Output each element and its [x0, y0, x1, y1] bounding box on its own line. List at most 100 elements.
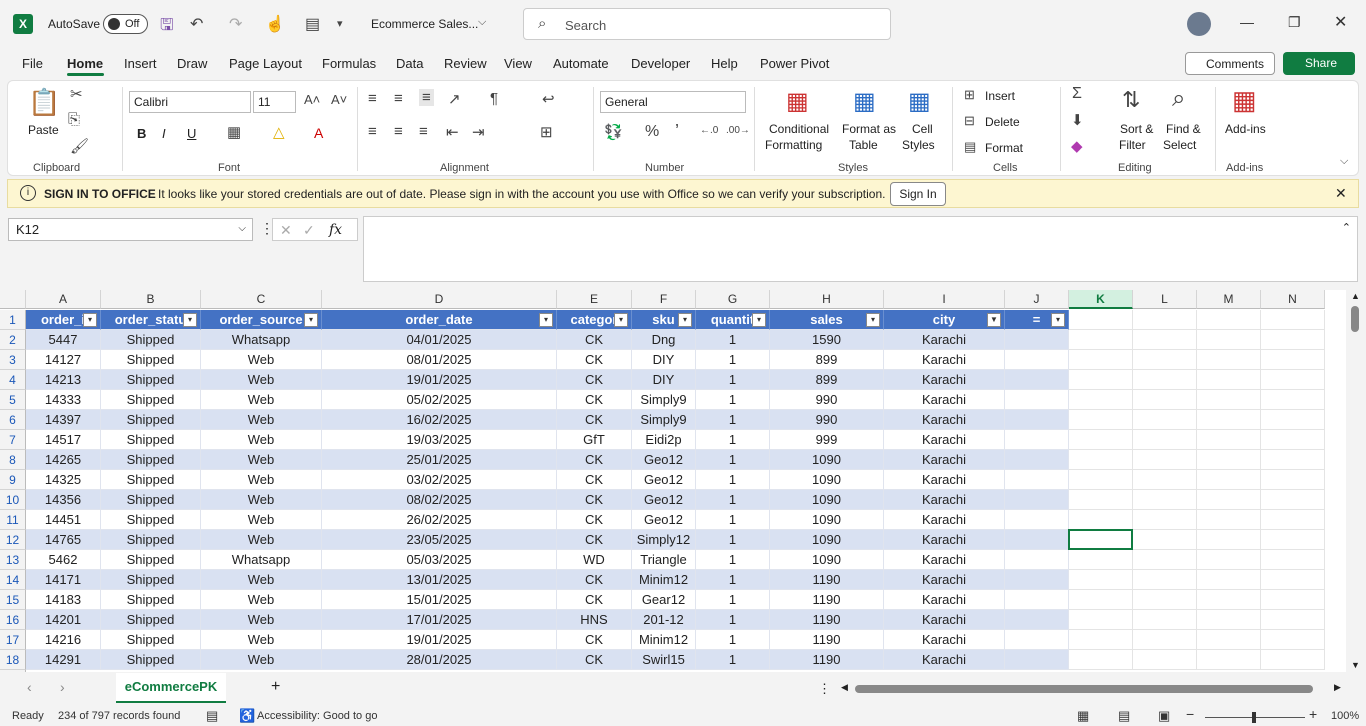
table-cell[interactable]: 14397: [26, 410, 101, 430]
cell[interactable]: [1197, 330, 1261, 350]
cell[interactable]: [1069, 470, 1133, 490]
scroll-up-icon[interactable]: ▲: [1351, 291, 1360, 301]
autosave-toggle[interactable]: Off: [103, 14, 148, 34]
table-cell[interactable]: CK: [557, 470, 632, 490]
table-cell[interactable]: [1005, 470, 1069, 490]
cell[interactable]: [1261, 590, 1325, 610]
table-header-cell[interactable]: categor ▾: [557, 310, 632, 330]
format-as-table-line1[interactable]: Format as: [842, 122, 896, 136]
cell[interactable]: [1261, 630, 1325, 650]
name-box[interactable]: K12 ⌵: [8, 218, 253, 241]
row-header[interactable]: 14: [0, 570, 26, 590]
table-cell[interactable]: [1005, 530, 1069, 550]
table-cell[interactable]: CK: [557, 350, 632, 370]
table-cell[interactable]: [1005, 510, 1069, 530]
table-cell[interactable]: 14291: [26, 650, 101, 670]
orientation-icon[interactable]: ↗: [448, 90, 461, 108]
find-select-icon[interactable]: ⌕: [1172, 85, 1185, 113]
cell[interactable]: [1133, 510, 1197, 530]
bold-icon[interactable]: B: [137, 126, 146, 141]
increase-font-icon[interactable]: A˄: [304, 92, 320, 107]
table-cell[interactable]: Shipped: [101, 630, 201, 650]
format-cells-button[interactable]: Format: [985, 141, 1023, 155]
table-cell[interactable]: 1090: [770, 530, 884, 550]
sheet-tab-ecommercepk[interactable]: eCommercePK: [116, 673, 226, 703]
cell[interactable]: [1197, 550, 1261, 570]
column-header-e[interactable]: E: [557, 290, 632, 309]
customize-toolbar-icon[interactable]: ▾: [337, 17, 343, 30]
table-header-cell[interactable]: sku ▾: [632, 310, 696, 330]
cell[interactable]: [1133, 410, 1197, 430]
column-header-b[interactable]: B: [101, 290, 201, 309]
redo-icon[interactable]: ↷: [229, 14, 242, 34]
cell[interactable]: [1133, 530, 1197, 550]
table-cell[interactable]: Karachi: [884, 630, 1005, 650]
font-size-select[interactable]: 11: [253, 91, 296, 113]
page-break-view-icon[interactable]: ▣: [1158, 708, 1170, 724]
table-cell[interactable]: Shipped: [101, 610, 201, 630]
cell[interactable]: [1261, 610, 1325, 630]
currency-icon[interactable]: 💱: [604, 123, 623, 141]
italic-icon[interactable]: I: [162, 126, 166, 141]
table-cell[interactable]: Web: [201, 370, 322, 390]
cell[interactable]: [1133, 610, 1197, 630]
table-cell[interactable]: [1005, 630, 1069, 650]
table-cell[interactable]: 990: [770, 390, 884, 410]
table-cell[interactable]: Karachi: [884, 370, 1005, 390]
table-cell[interactable]: 1: [696, 410, 770, 430]
text-direction-icon[interactable]: ¶: [490, 90, 498, 107]
table-cell[interactable]: Karachi: [884, 490, 1005, 510]
table-cell[interactable]: 19/01/2025: [322, 630, 557, 650]
more-icon[interactable]: ⋮: [818, 681, 831, 697]
cell[interactable]: [1261, 650, 1325, 670]
table-cell[interactable]: Web: [201, 350, 322, 370]
table-cell[interactable]: Shipped: [101, 530, 201, 550]
cell[interactable]: [1069, 610, 1133, 630]
cell-styles-line2[interactable]: Styles: [902, 138, 935, 152]
row-header[interactable]: 8: [0, 450, 26, 470]
column-header-n[interactable]: N: [1261, 290, 1325, 309]
table-cell[interactable]: [1005, 410, 1069, 430]
vertical-scrollbar[interactable]: ▲ ▼: [1346, 290, 1366, 672]
cell[interactable]: [1197, 490, 1261, 510]
conditional-formatting-icon[interactable]: ▦: [786, 87, 809, 116]
cell[interactable]: [1261, 530, 1325, 550]
table-cell[interactable]: Web: [201, 410, 322, 430]
paste-icon[interactable]: 📋: [28, 87, 60, 118]
table-cell[interactable]: 26/02/2025: [322, 510, 557, 530]
table-cell[interactable]: 1: [696, 650, 770, 670]
table-cell[interactable]: Web: [201, 390, 322, 410]
comma-icon[interactable]: ’: [675, 121, 679, 142]
cell[interactable]: [1261, 510, 1325, 530]
decrease-decimal-icon[interactable]: .00→: [726, 125, 750, 136]
tab-draw[interactable]: Draw: [177, 56, 207, 71]
save-icon[interactable]: 🖫: [160, 14, 174, 41]
table-cell[interactable]: Eidi2p: [632, 430, 696, 450]
insert-function-icon[interactable]: fx: [329, 222, 342, 238]
cell[interactable]: [1069, 370, 1133, 390]
table-cell[interactable]: Karachi: [884, 350, 1005, 370]
cell[interactable]: [1133, 490, 1197, 510]
cell[interactable]: [1261, 350, 1325, 370]
table-cell[interactable]: Web: [201, 630, 322, 650]
tab-page-layout[interactable]: Page Layout: [229, 56, 302, 71]
table-cell[interactable]: 14325: [26, 470, 101, 490]
tab-developer[interactable]: Developer: [631, 56, 690, 71]
table-cell[interactable]: Shipped: [101, 450, 201, 470]
cell[interactable]: [1261, 370, 1325, 390]
table-cell[interactable]: 1: [696, 430, 770, 450]
cell[interactable]: [1133, 590, 1197, 610]
table-cell[interactable]: Dng: [632, 330, 696, 350]
sort-filter-line1[interactable]: Sort &: [1120, 122, 1153, 136]
filter-applied-icon[interactable]: ▼: [987, 313, 1001, 327]
table-cell[interactable]: CK: [557, 450, 632, 470]
column-header-i[interactable]: I: [884, 290, 1005, 309]
zoom-out-icon[interactable]: −: [1186, 706, 1194, 722]
merge-center-icon[interactable]: ⊞: [540, 123, 553, 141]
share-button[interactable]: Share: [1283, 52, 1355, 75]
table-cell[interactable]: 1190: [770, 610, 884, 630]
table-cell[interactable]: Web: [201, 430, 322, 450]
sort-filter-line2[interactable]: Filter: [1119, 138, 1146, 152]
filter-dropdown-icon[interactable]: ▾: [304, 313, 318, 327]
table-cell[interactable]: Karachi: [884, 570, 1005, 590]
